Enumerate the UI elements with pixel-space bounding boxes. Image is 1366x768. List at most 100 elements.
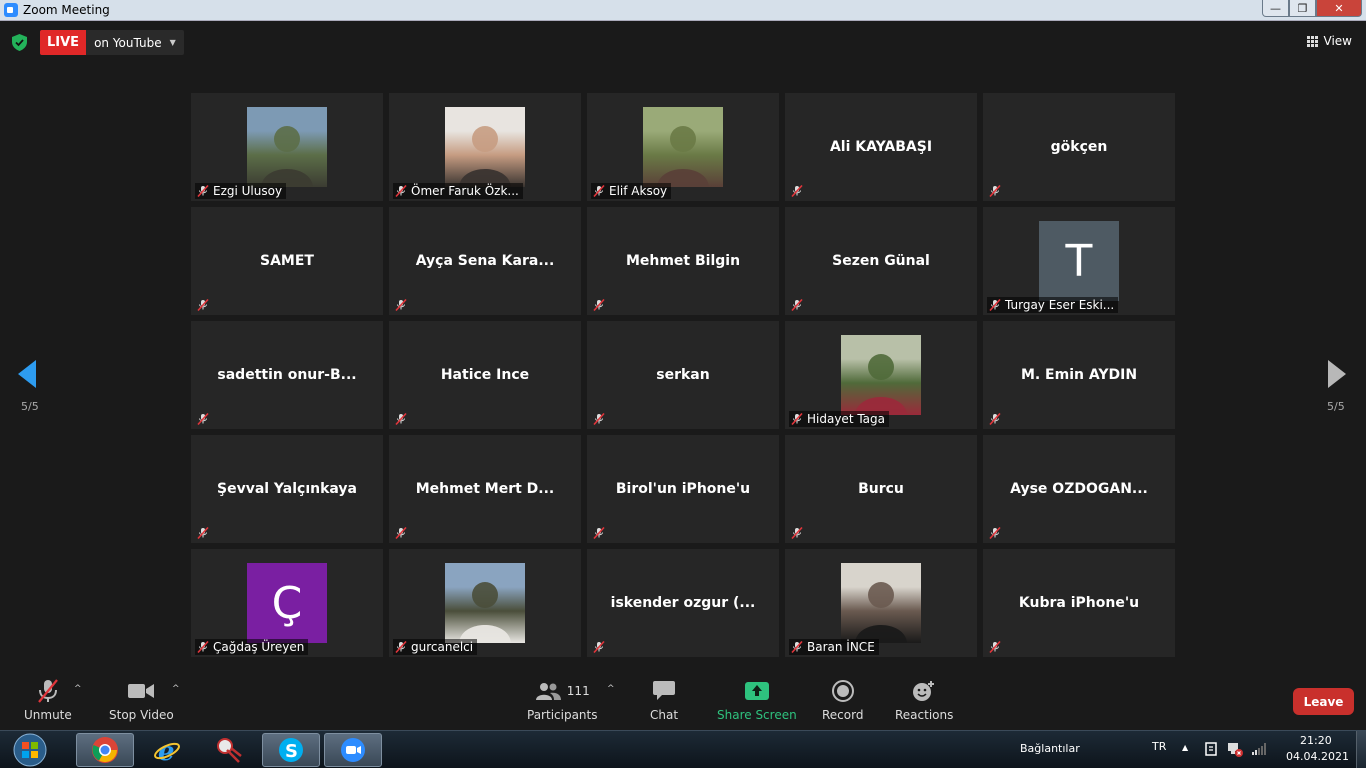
tray-expand-icon[interactable]: ▲ (1182, 743, 1188, 752)
live-badge: LIVE (40, 30, 87, 55)
participant-name: Ali KAYABAŞI (829, 139, 933, 155)
participant-name: Ayse OZDOGAN... (1010, 481, 1148, 497)
window-titlebar: Zoom Meeting — ❐ ✕ (0, 0, 1366, 21)
windows-start-button[interactable] (4, 732, 48, 768)
leave-meeting-button[interactable]: Leave (1293, 688, 1354, 715)
participant-tile[interactable]: T Turgay Eser Eski... (983, 207, 1175, 315)
participant-tile[interactable]: serkan (587, 321, 779, 429)
encryption-shield-icon[interactable] (12, 34, 27, 51)
participant-tile[interactable]: Hatice Ince (389, 321, 581, 429)
snipping-tool-icon (217, 738, 242, 763)
chat-button[interactable]: Chat (650, 678, 678, 722)
reactions-smiley-icon (913, 681, 935, 701)
stop-video-button[interactable]: Stop Video (109, 678, 174, 722)
participant-tile[interactable]: Kubra iPhone'u (983, 549, 1175, 657)
previous-page-button[interactable] (18, 360, 36, 392)
participants-icon (535, 683, 561, 700)
show-desktop-button[interactable] (1356, 731, 1366, 768)
taskbar-chrome[interactable] (76, 733, 134, 767)
live-stream-indicator[interactable]: LIVE on YouTube ▼ (40, 30, 184, 55)
participant-tile[interactable]: Mehmet Bilgin (587, 207, 779, 315)
unmute-button[interactable]: Unmute (24, 678, 72, 722)
taskbar-links-toolbar[interactable]: Bağlantılar (1020, 742, 1080, 755)
participant-name: Elif Aksoy (609, 184, 668, 198)
share-screen-button[interactable]: Share Screen (717, 678, 797, 722)
participant-tile[interactable]: SAMET (191, 207, 383, 315)
participant-tile[interactable]: Ezgi Ulusoy (191, 93, 383, 201)
participant-tile[interactable]: Sezen Günal (785, 207, 977, 315)
participant-video (841, 563, 921, 643)
participant-name: Ezgi Ulusoy (213, 184, 283, 198)
participant-tile[interactable]: sadettin onur-B... (191, 321, 383, 429)
participant-tile[interactable]: Burcu (785, 435, 977, 543)
record-button[interactable]: Record (822, 678, 863, 722)
participant-name: Baran İNCE (807, 640, 875, 654)
participant-tile[interactable]: iskender ozgur (... (587, 549, 779, 657)
clock-date[interactable]: 04.04.2021 (1286, 750, 1349, 763)
participant-name-label: Ömer Faruk Özk... (393, 183, 523, 199)
participant-mute-status (591, 411, 609, 427)
window-title: Zoom Meeting (23, 3, 110, 17)
video-options-caret-icon[interactable]: ^ (172, 684, 180, 694)
video-camera-icon (128, 684, 155, 698)
participant-tile[interactable]: Ayse OZDOGAN... (983, 435, 1175, 543)
participant-tile[interactable]: gurcanelci (389, 549, 581, 657)
participant-name-label: Çağdaş Üreyen (195, 639, 309, 655)
svg-text:S: S (285, 741, 298, 762)
participant-name-label: gurcanelci (393, 639, 478, 655)
skype-icon: S (279, 738, 303, 762)
action-center-icon[interactable] (1204, 741, 1218, 757)
participant-mute-status (195, 525, 213, 541)
participants-button[interactable]: 111 Participants (527, 678, 598, 722)
participant-mute-status (393, 297, 411, 313)
participant-tile[interactable]: Mehmet Mert D... (389, 435, 581, 543)
participant-name: iskender ozgur (... (610, 595, 756, 611)
next-page-button[interactable] (1328, 360, 1346, 392)
mic-muted-icon (197, 413, 209, 425)
unmute-label: Unmute (24, 708, 72, 722)
mic-muted-icon (989, 641, 1001, 653)
participant-tile[interactable]: Hidayet Taga (785, 321, 977, 429)
taskbar-internet-explorer[interactable]: e (138, 733, 196, 767)
participants-options-caret-icon[interactable]: ^ (607, 684, 615, 694)
person-silhouette-icon (459, 582, 511, 643)
participant-mute-status (789, 183, 807, 199)
participant-name: Hatice Ince (440, 367, 530, 383)
zoom-app-icon (4, 3, 18, 17)
participant-name: Turgay Eser Eski... (1005, 298, 1115, 312)
mic-muted-icon (197, 527, 209, 539)
mic-muted-icon (395, 299, 407, 311)
participant-mute-status (987, 183, 1005, 199)
live-dropdown-icon[interactable]: ▼ (170, 38, 176, 47)
clock-time[interactable]: 21:20 (1300, 734, 1332, 747)
participant-tile[interactable]: Şevval Yalçınkaya (191, 435, 383, 543)
view-button[interactable]: View (1306, 34, 1352, 48)
person-silhouette-icon (855, 354, 907, 415)
signal-bars-icon[interactable] (1252, 743, 1266, 755)
participant-mute-status (591, 297, 609, 313)
participant-tile[interactable]: Birol'un iPhone'u (587, 435, 779, 543)
mic-muted-icon (395, 641, 407, 653)
participant-tile[interactable]: Ayça Sena Kara... (389, 207, 581, 315)
participant-tile[interactable]: Baran İNCE (785, 549, 977, 657)
taskbar-zoom[interactable] (324, 733, 382, 767)
close-window-button[interactable]: ✕ (1316, 0, 1362, 17)
maximize-button[interactable]: ❐ (1289, 0, 1316, 17)
network-error-icon[interactable] (1227, 741, 1243, 757)
taskbar-skype[interactable]: S (262, 733, 320, 767)
minimize-button[interactable]: — (1262, 0, 1289, 17)
participant-tile[interactable]: Ali KAYABAŞI (785, 93, 977, 201)
reactions-button[interactable]: Reactions (895, 678, 953, 722)
microphone-muted-icon (38, 679, 58, 703)
taskbar-snipping-tool[interactable] (200, 733, 258, 767)
mic-muted-icon (593, 527, 605, 539)
participant-tile[interactable]: Ömer Faruk Özk... (389, 93, 581, 201)
language-indicator[interactable]: TR (1152, 740, 1166, 753)
participant-tile[interactable]: Ç Çağdaş Üreyen (191, 549, 383, 657)
audio-options-caret-icon[interactable]: ^ (74, 684, 82, 694)
participant-name: Çağdaş Üreyen (213, 640, 305, 654)
participant-tile[interactable]: M. Emin AYDIN (983, 321, 1175, 429)
participant-tile[interactable]: gökçen (983, 93, 1175, 201)
participant-tile[interactable]: Elif Aksoy (587, 93, 779, 201)
participant-name: Birol'un iPhone'u (615, 481, 751, 497)
